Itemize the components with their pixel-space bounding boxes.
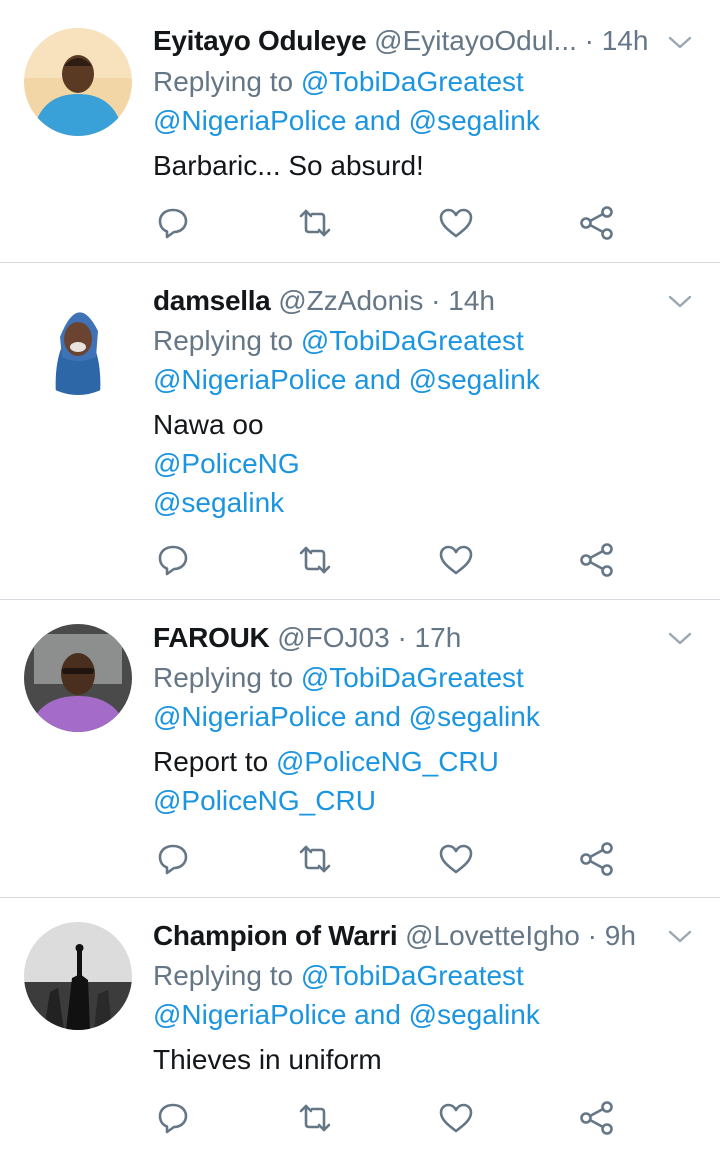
reply-icon[interactable] <box>153 839 193 879</box>
tweet-actions <box>153 839 623 879</box>
separator-dot: · <box>397 622 407 653</box>
mention-link[interactable]: @TobiDaGreatest <box>301 662 524 693</box>
mention-link[interactable]: @segalink <box>153 483 284 522</box>
like-icon[interactable] <box>436 839 476 879</box>
user-handle[interactable]: @FOJ03 <box>277 622 389 653</box>
tweet-header: FAROUK @FOJ03 · 17h <box>153 618 700 658</box>
user-handle[interactable]: @LovetteIgho <box>405 920 580 951</box>
display-name[interactable]: Champion of Warri <box>153 920 398 951</box>
mention-link[interactable]: @NigeriaPolice <box>153 105 346 136</box>
replying-to-line: Replying to @TobiDaGreatest <box>153 62 524 101</box>
replying-to-line: Replying to @TobiDaGreatest <box>153 321 524 360</box>
tweet-header: Eyitayo Oduleye @EyitayoOdul... · 14h <box>153 21 700 61</box>
mention-link[interactable]: @segalink <box>409 105 540 136</box>
mention-link[interactable]: @segalink <box>409 364 540 395</box>
timestamp[interactable]: 17h <box>415 622 462 653</box>
replying-and[interactable]: and <box>354 999 401 1030</box>
separator-dot: · <box>587 920 597 951</box>
retweet-icon[interactable] <box>295 540 335 580</box>
avatar[interactable] <box>24 624 132 732</box>
like-icon[interactable] <box>436 540 476 580</box>
user-handle[interactable]: @EyitayoOdul... <box>374 25 577 56</box>
share-icon[interactable] <box>577 1098 617 1138</box>
retweet-icon[interactable] <box>295 1098 335 1138</box>
replying-to-line: @NigeriaPolice and @segalink <box>153 995 540 1034</box>
replying-to-label: Replying to <box>153 960 294 991</box>
retweet-icon[interactable] <box>295 203 335 243</box>
chevron-down-icon[interactable] <box>668 927 692 947</box>
avatar[interactable] <box>24 922 132 1030</box>
tweet-text-part: Report to <box>153 746 269 777</box>
replying-and[interactable]: and <box>354 105 401 136</box>
reply-icon[interactable] <box>153 540 193 580</box>
mention-link[interactable]: @NigeriaPolice <box>153 999 346 1030</box>
mention-link[interactable]: @PoliceNG_CRU <box>153 781 376 820</box>
replying-and[interactable]: and <box>354 701 401 732</box>
chevron-down-icon[interactable] <box>668 33 692 53</box>
separator-dot: · <box>584 25 594 56</box>
tweet[interactable]: Eyitayo Oduleye @EyitayoOdul... · 14h Re… <box>0 0 720 262</box>
mention-link[interactable]: @segalink <box>409 701 540 732</box>
replying-to-label: Replying to <box>153 325 294 356</box>
display-name[interactable]: Eyitayo Oduleye <box>153 25 367 56</box>
display-name[interactable]: FAROUK <box>153 622 270 653</box>
mention-link[interactable]: @PoliceNG <box>153 444 300 483</box>
tweet-header: Champion of Warri @LovetteIgho · 9h <box>153 916 700 956</box>
replying-and[interactable]: and <box>354 364 401 395</box>
replying-to-line: @NigeriaPolice and @segalink <box>153 697 540 736</box>
tweet-actions <box>153 1098 623 1138</box>
share-icon[interactable] <box>577 540 617 580</box>
replying-to-label: Replying to <box>153 66 294 97</box>
mention-link[interactable]: @NigeriaPolice <box>153 364 346 395</box>
tweet-text: Nawa oo <box>153 409 264 440</box>
timestamp[interactable]: 14h <box>602 25 649 56</box>
timestamp[interactable]: 9h <box>605 920 636 951</box>
tweet-text: Thieves in uniform <box>153 1044 382 1075</box>
retweet-icon[interactable] <box>295 839 335 879</box>
avatar[interactable] <box>24 287 132 395</box>
replying-to-line: Replying to @TobiDaGreatest <box>153 956 524 995</box>
chevron-down-icon[interactable] <box>668 292 692 312</box>
timestamp[interactable]: 14h <box>448 285 495 316</box>
share-icon[interactable] <box>577 203 617 243</box>
avatar[interactable] <box>24 28 132 136</box>
tweet[interactable]: FAROUK @FOJ03 · 17h Replying to @TobiDaG… <box>0 600 720 897</box>
display-name[interactable]: damsella <box>153 285 271 316</box>
mention-link[interactable]: @TobiDaGreatest <box>301 960 524 991</box>
tweet-text: Report to @PoliceNG_CRU <box>153 742 499 781</box>
tweet-actions <box>153 203 623 243</box>
mention-link[interactable]: @TobiDaGreatest <box>301 325 524 356</box>
replying-to-line: @NigeriaPolice and @segalink <box>153 360 540 399</box>
tweet-header: damsella @ZzAdonis · 14h <box>153 281 700 321</box>
tweet-text: Barbaric... So absurd! <box>153 150 424 181</box>
separator-dot: · <box>431 285 441 316</box>
like-icon[interactable] <box>436 203 476 243</box>
reply-icon[interactable] <box>153 203 193 243</box>
mention-link[interactable]: @NigeriaPolice <box>153 701 346 732</box>
mention-link[interactable]: @PoliceNG_CRU <box>276 746 499 777</box>
replying-to-label: Replying to <box>153 662 294 693</box>
reply-icon[interactable] <box>153 1098 193 1138</box>
tweet-actions <box>153 540 623 580</box>
replying-to-line: Replying to @TobiDaGreatest <box>153 658 524 697</box>
tweet[interactable]: damsella @ZzAdonis · 14h Replying to @To… <box>0 263 720 599</box>
mention-link[interactable]: @TobiDaGreatest <box>301 66 524 97</box>
replying-to-line: @NigeriaPolice and @segalink <box>153 101 540 140</box>
like-icon[interactable] <box>436 1098 476 1138</box>
mention-link[interactable]: @segalink <box>409 999 540 1030</box>
user-handle[interactable]: @ZzAdonis <box>278 285 423 316</box>
share-icon[interactable] <box>577 839 617 879</box>
tweet[interactable]: Champion of Warri @LovetteIgho · 9h Repl… <box>0 898 720 1158</box>
chevron-down-icon[interactable] <box>668 629 692 649</box>
